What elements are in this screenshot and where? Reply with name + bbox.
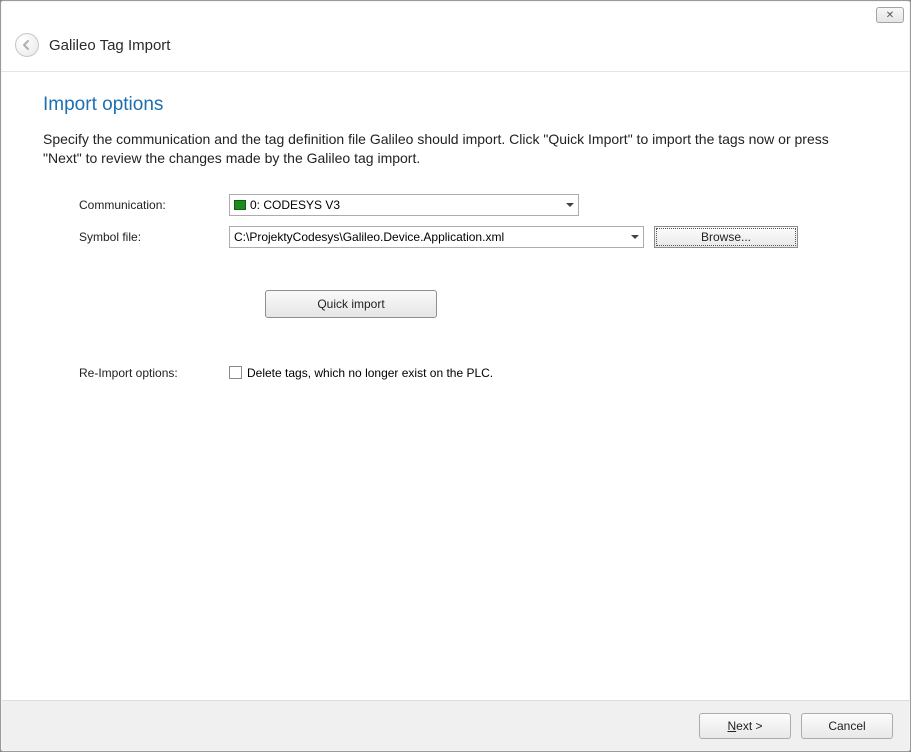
quick-import-button[interactable]: Quick import [265,290,437,318]
next-button[interactable]: Next > [699,713,791,739]
back-button[interactable] [15,33,39,57]
page-heading: Import options [43,94,868,116]
symbolfile-dropdown[interactable]: C:\ProjektyCodesys\Galileo.Device.Applic… [229,226,644,248]
close-button[interactable]: ✕ [876,7,904,23]
chevron-down-icon [566,203,574,207]
symbolfile-row: Symbol file: C:\ProjektyCodesys\Galileo.… [79,226,868,248]
communication-row: Communication: 0: CODESYS V3 [79,194,868,216]
arrow-left-icon [21,39,33,51]
chevron-down-icon [631,235,639,239]
delete-tags-checkbox[interactable] [229,366,242,379]
delete-tags-label: Delete tags, which no longer exist on th… [247,366,493,380]
titlebar: ✕ [1,1,910,27]
flag-icon [234,200,246,210]
communication-dropdown[interactable]: 0: CODESYS V3 [229,194,579,216]
wizard-window: ✕ Galileo Tag Import Import options Spec… [0,0,911,752]
quick-import-row: Quick import [79,290,868,318]
header: Galileo Tag Import [1,27,910,72]
page-description: Specify the communication and the tag de… [43,130,868,168]
page-title: Galileo Tag Import [49,37,170,54]
quick-import-label: Quick import [317,297,384,311]
reimport-label: Re-Import options: [79,366,229,380]
cancel-button[interactable]: Cancel [801,713,893,739]
symbolfile-label: Symbol file: [79,230,229,244]
form-area: Communication: 0: CODESYS V3 Symbol file… [43,194,868,380]
communication-value: 0: CODESYS V3 [250,198,340,212]
next-label: Next > [727,719,762,733]
close-icon: ✕ [886,10,894,21]
communication-label: Communication: [79,198,229,212]
reimport-row: Re-Import options: Delete tags, which no… [79,366,868,380]
content-area: Import options Specify the communication… [1,72,910,400]
symbolfile-value: C:\ProjektyCodesys\Galileo.Device.Applic… [234,230,504,244]
footer: Next > Cancel [2,700,909,750]
cancel-label: Cancel [828,719,865,733]
browse-button[interactable]: Browse... [654,226,798,248]
browse-label: Browse... [701,230,751,244]
